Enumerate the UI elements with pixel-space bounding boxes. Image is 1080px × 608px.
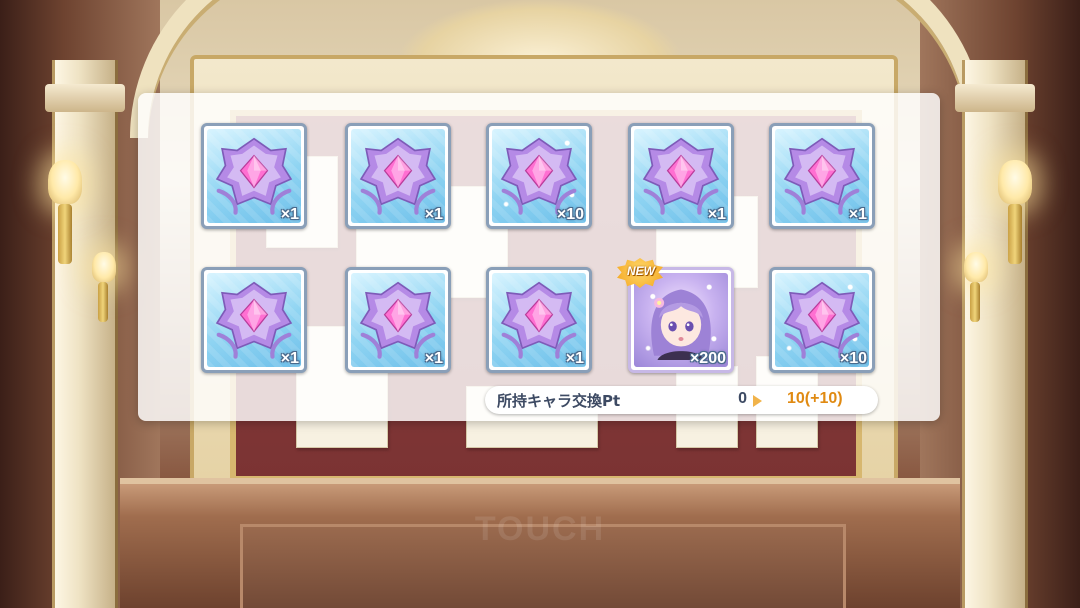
touch-prompt: TOUCH (474, 510, 606, 548)
arrow-right-icon (753, 395, 762, 407)
reward-item-6[interactable]: ×1 (201, 267, 307, 373)
memory-gem-icon (215, 137, 293, 215)
exchange-points-bar: 所持キャラ交換Pt 0 10(+10) (485, 386, 878, 414)
item-quantity: ×1 (848, 206, 867, 223)
item-quantity: ×10 (556, 206, 584, 223)
memory-gem-icon (359, 137, 437, 215)
memory-gem-icon (359, 281, 437, 359)
memory-gem-icon (783, 281, 861, 359)
wall-lamp-icon (92, 252, 116, 322)
item-quantity: ×10 (839, 350, 867, 367)
memory-gem-icon (500, 137, 578, 215)
memory-gem-icon (642, 137, 720, 215)
exchange-points-label: 所持キャラ交換Pt (497, 392, 621, 410)
item-quantity: ×1 (280, 350, 299, 367)
wall-lamp-icon (964, 252, 988, 322)
memory-gem-icon (783, 137, 861, 215)
reward-item-3[interactable]: ×10 (486, 123, 592, 229)
wall-lamp-icon (998, 160, 1032, 264)
reward-item-8[interactable]: ×1 (486, 267, 592, 373)
memory-gem-icon (500, 281, 578, 359)
character-portrait-icon (651, 289, 711, 360)
reward-item-1[interactable]: ×1 (201, 123, 307, 229)
exchange-points-before: 0 (738, 390, 747, 407)
reward-item-10[interactable]: ×10 (769, 267, 875, 373)
item-quantity: ×1 (424, 350, 443, 367)
item-quantity: ×1 (707, 206, 726, 223)
new-badge-label: NEW (627, 264, 655, 278)
wall-lamp-icon (48, 160, 82, 264)
reward-item-5[interactable]: ×1 (769, 123, 875, 229)
reward-item-9[interactable]: ×200 NEW (617, 258, 734, 373)
item-quantity: ×1 (565, 350, 584, 367)
memory-gem-icon (215, 281, 293, 359)
item-quantity: ×200 (689, 350, 726, 367)
gacha-result-panel: ×1 ×1 ×10 ×1 ×1 ×1 ×1 ×1 ×200 NEW ×10 (138, 93, 940, 421)
exchange-points-after: 10(+10) (787, 390, 843, 407)
item-quantity: ×1 (424, 206, 443, 223)
gacha-result-screen[interactable]: TOUCH ×1 ×1 ×10 ×1 ×1 ×1 ×1 ×1 ×200 NEW … (0, 0, 1080, 608)
item-quantity: ×1 (280, 206, 299, 223)
reward-item-4[interactable]: ×1 (628, 123, 734, 229)
reward-item-2[interactable]: ×1 (345, 123, 451, 229)
reward-item-7[interactable]: ×1 (345, 267, 451, 373)
